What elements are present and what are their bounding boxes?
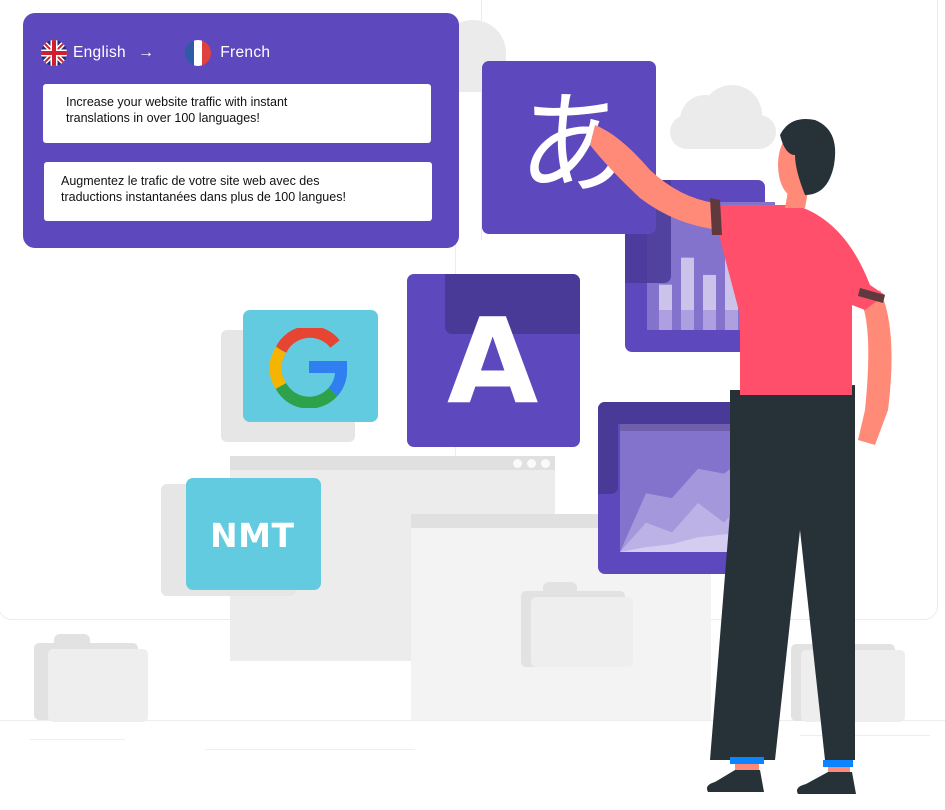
person-reaching-arm <box>590 125 720 230</box>
person-cuff <box>730 757 764 764</box>
google-tile[interactable] <box>243 310 378 422</box>
person-cuff <box>823 760 853 767</box>
floor-line <box>30 739 125 740</box>
uk-flag-icon <box>41 40 67 66</box>
person-shoe <box>706 770 764 792</box>
target-text-line: Augmentez le trafic de votre site web av… <box>61 174 320 188</box>
letter-a-tile[interactable]: A <box>407 274 580 447</box>
language-selector[interactable]: English → French <box>41 40 270 66</box>
window-dot <box>527 459 536 468</box>
letter-a-glyph: A <box>447 292 539 430</box>
person-shoe <box>797 772 856 794</box>
nmt-label: NMT <box>210 516 295 555</box>
person-illustration <box>590 119 892 794</box>
window-dot <box>541 459 550 468</box>
folder-icon <box>34 634 149 722</box>
translation-card: English → French Increase your website t… <box>23 13 459 248</box>
google-g-icon <box>269 328 347 408</box>
window-dot <box>513 459 522 468</box>
target-text-line: traductions instantanées dans plus de 10… <box>61 190 346 204</box>
floor-line <box>205 749 415 750</box>
nmt-tile[interactable]: NMT <box>186 478 321 590</box>
arrow-right-icon: → <box>137 44 155 61</box>
source-text-line: Increase your website traffic with insta… <box>66 95 288 109</box>
source-language-label[interactable]: English <box>73 44 126 62</box>
source-text-line: translations in over 100 languages! <box>66 111 260 125</box>
source-text-box[interactable]: Increase your website traffic with insta… <box>43 84 431 143</box>
window-titlebar <box>230 456 555 470</box>
person-shirt <box>715 205 885 395</box>
target-language-label[interactable]: French <box>220 44 270 62</box>
person-arm <box>858 290 892 445</box>
person-pants <box>730 385 855 760</box>
target-text-box[interactable]: Augmentez le trafic de votre site web av… <box>44 162 432 221</box>
france-flag-icon <box>185 40 212 66</box>
